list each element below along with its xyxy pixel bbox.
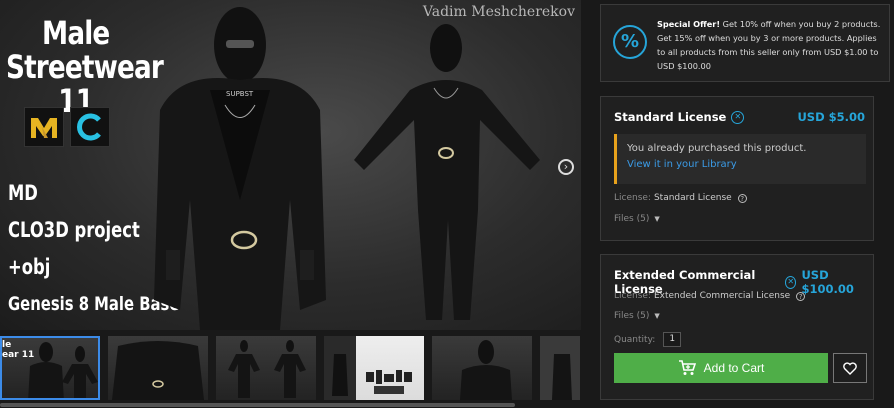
thumbnail-2[interactable] <box>108 336 208 400</box>
extended-license-panel: Extended Commercial License ✕ USD $100.0… <box>600 254 874 400</box>
chest-print: SUPBST <box>226 90 254 98</box>
thumbnail-6-art <box>540 336 580 400</box>
chevron-down-icon: ▼ <box>654 215 660 223</box>
license-info-icon[interactable]: ✕ <box>785 275 797 289</box>
software-badges <box>24 107 110 147</box>
chevron-down-icon: ▼ <box>654 312 660 320</box>
clo3d-logo <box>70 107 110 147</box>
thumbnail-2-art <box>112 341 204 400</box>
thumbnail-1-art <box>28 342 98 398</box>
wishlist-button[interactable] <box>833 353 867 383</box>
thumbnail-1[interactable]: le ear 11 <box>0 336 100 400</box>
standard-license-meta: License: Standard License ? <box>614 193 747 203</box>
percent-icon: % <box>613 25 647 59</box>
standard-license-price: USD $5.00 <box>797 110 865 124</box>
license-label: License: <box>614 291 651 301</box>
cart-icon <box>678 360 696 375</box>
thumbnail-5[interactable] <box>432 336 532 400</box>
thumbnail-5-art <box>460 340 512 400</box>
title-line-1: Male <box>42 14 110 52</box>
standard-files-toggle[interactable]: Files (5) ▼ <box>614 214 660 224</box>
add-to-cart-label: Add to Cart <box>703 361 765 375</box>
license-value: Extended Commercial License <box>653 291 791 301</box>
license-label: License: <box>614 193 651 203</box>
extended-license-price: USD $100.00 <box>801 268 854 296</box>
extended-files-toggle[interactable]: Files (5) ▼ <box>614 311 660 321</box>
thumbnail-3-art <box>228 340 306 398</box>
thumbnail-strip: le ear 11 <box>0 336 581 402</box>
thumbnail-4[interactable] <box>324 336 424 400</box>
standard-license-panel: Standard License ✕ USD $5.00 You already… <box>600 96 874 241</box>
quantity-row: Quantity: 1 <box>614 332 682 347</box>
quantity-input[interactable]: 1 <box>663 332 682 347</box>
purchased-notice-text: You already purchased this product. <box>627 143 807 154</box>
model-figure-front: SUPBST <box>154 7 326 330</box>
library-link[interactable]: View it in your Library <box>627 159 737 170</box>
help-icon[interactable]: ? <box>737 193 747 203</box>
heart-icon <box>843 361 857 375</box>
special-offer-panel: % Special Offer! Get 10% off when you bu… <box>600 4 890 82</box>
offer-text: Special Offer! Get 10% off when you buy … <box>657 17 883 73</box>
files-label: Files (5) <box>614 311 650 321</box>
standard-license-heading: Standard License ✕ <box>614 110 745 124</box>
thumbnail-6[interactable] <box>540 336 580 400</box>
license-info-icon[interactable]: ✕ <box>731 110 745 124</box>
standard-license-title: Standard License <box>614 110 727 124</box>
help-icon[interactable]: ? <box>796 291 806 301</box>
main-preview-image[interactable]: Vadim Meshcherekov Male Streetwear 11 MD… <box>0 0 581 330</box>
files-label: Files (5) <box>614 214 650 224</box>
extended-license-meta: License: Extended Commercial License ? <box>614 291 806 301</box>
offer-bold-label: Special Offer! <box>657 19 721 29</box>
license-value: Standard License <box>653 193 732 203</box>
thumbnail-3[interactable] <box>216 336 316 400</box>
marvelous-designer-logo <box>24 107 64 147</box>
add-to-cart-button[interactable]: Add to Cart <box>614 353 828 383</box>
quantity-label: Quantity: <box>614 334 656 345</box>
product-page: Vadim Meshcherekov Male Streetwear 11 MD… <box>0 0 894 408</box>
thumbnail-4-art <box>324 336 412 400</box>
purchased-notice: You already purchased this product. View… <box>614 134 866 184</box>
next-image-arrow-icon[interactable]: › <box>558 159 574 175</box>
product-title-overlay: Male Streetwear 11 <box>6 14 164 118</box>
thumbnail-scrollbar[interactable] <box>0 403 515 407</box>
model-figure-apose <box>354 24 540 320</box>
